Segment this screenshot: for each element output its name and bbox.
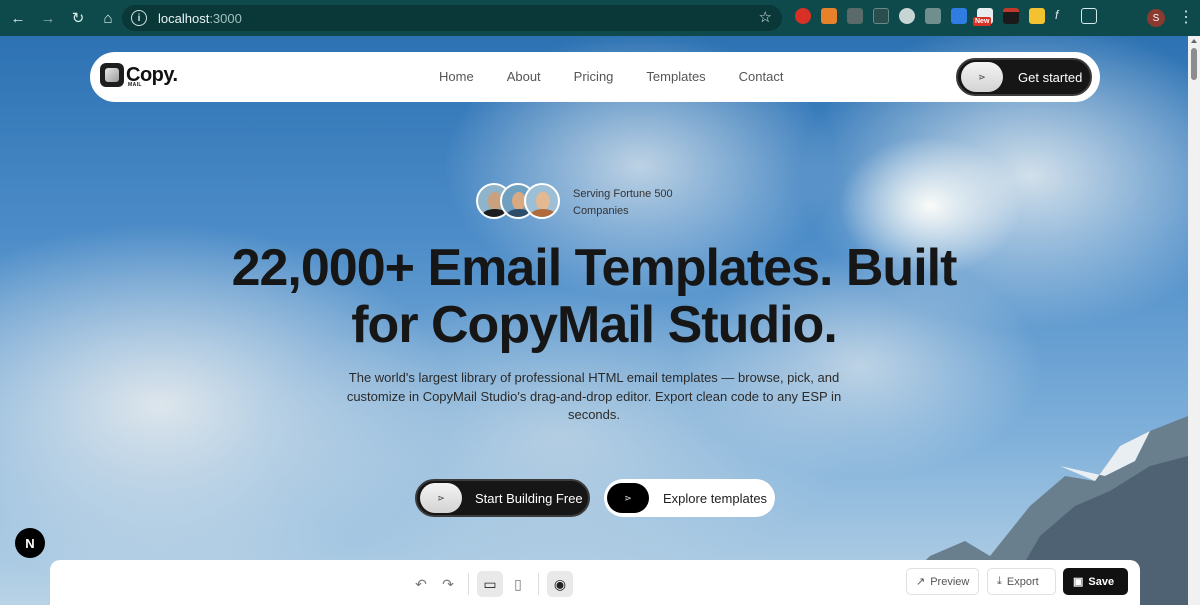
site-navbar: Copy. MAIL Home About Pricing Templates … [90,52,1100,102]
nav-link-contact[interactable]: Contact [739,69,784,84]
start-building-free-button[interactable]: ⋗ Start Building Free [415,479,590,517]
nextjs-dev-badge[interactable]: N [15,528,45,558]
puzzle-extensions-icon[interactable] [1081,8,1097,24]
url-text: localhost:3000 [158,10,242,26]
editor-toolbar: ↶ ↷ ▭ ▯ ◉ ↗ Preview ⤓ Export ▣ Save [50,560,1140,605]
back-icon[interactable]: ← [5,5,31,31]
desktop-view-icon[interactable]: ▭ [477,571,503,597]
extension-icon[interactable] [795,8,811,24]
extensions-row: New f [795,8,1107,26]
new-badge: New [973,17,992,26]
cursor-arrow-icon: ⋗ [961,62,1003,92]
page-scrollbar[interactable] [1188,36,1200,605]
scroll-up-arrow-icon[interactable] [1191,39,1197,43]
logo-mark-icon [100,63,124,87]
preview-button[interactable]: ↗ Preview [906,568,979,595]
nav-link-templates[interactable]: Templates [646,69,705,84]
menu-kebab-icon[interactable]: ⋮ [1178,7,1194,27]
browser-toolbar: ← → ↻ ⌂ i localhost:3000 ☆ New f S ⋮ [0,0,1200,36]
save-disk-icon: ▣ [1073,576,1084,588]
toolbar-divider [468,573,469,595]
nav-menu: Home About Pricing Templates Contact [439,69,816,84]
cursor-arrow-icon: ⋗ [607,483,649,513]
toolbar-divider [538,573,539,595]
download-icon: ⤓ [997,575,1002,587]
profile-avatar[interactable]: S [1147,9,1165,27]
undo-icon[interactable]: ↶ [408,571,434,597]
hero-headline: 22,000+ Email Templates. Built for CopyM… [231,239,958,354]
reload-icon[interactable]: ↻ [65,5,91,31]
extension-icon[interactable] [1029,8,1045,24]
logo-subtext: MAIL [128,82,142,88]
cursor-arrow-icon: ⋗ [420,483,462,513]
scroll-thumb[interactable] [1191,48,1197,80]
eye-preview-icon[interactable]: ◉ [547,571,573,597]
extension-icon[interactable]: New [973,8,993,26]
extension-icon[interactable] [821,8,837,24]
extension-icon[interactable] [847,8,863,24]
bookmark-star-icon[interactable]: ☆ [759,8,772,26]
explore-templates-label: Explore templates [663,490,768,506]
page-viewport: Copy. MAIL Home About Pricing Templates … [0,36,1188,605]
logo[interactable]: Copy. MAIL [100,63,178,88]
nav-link-home[interactable]: Home [439,69,474,84]
shield-extension-icon[interactable] [899,8,915,24]
mobile-view-icon[interactable]: ▯ [505,571,531,597]
nav-link-pricing[interactable]: Pricing [574,69,614,84]
nav-link-about[interactable]: About [507,69,541,84]
extension-icon[interactable] [1003,8,1019,24]
get-started-button[interactable]: ⋗ Get started [956,58,1092,96]
site-info-icon[interactable]: i [131,10,147,26]
function-extension-icon[interactable]: f [1055,8,1071,24]
export-button[interactable]: ⤓ Export [987,568,1056,595]
address-bar[interactable]: i localhost:3000 ☆ [122,5,782,31]
forward-icon[interactable]: → [35,5,61,31]
explore-templates-button[interactable]: ⋗ Explore templates [604,479,775,517]
save-button[interactable]: ▣ Save [1063,568,1128,595]
extension-icon[interactable] [951,8,967,24]
home-icon[interactable]: ⌂ [95,5,121,31]
logo-text: Copy. MAIL [126,64,178,88]
hero-subtext: The world's largest library of professio… [346,370,842,422]
avatar [524,183,560,219]
start-building-label: Start Building Free [475,490,583,506]
avatar-group [476,183,560,219]
extension-icon[interactable] [873,8,889,24]
external-link-icon: ↗ [916,576,926,588]
get-started-label: Get started [1018,69,1083,85]
redo-icon[interactable]: ↷ [435,571,461,597]
social-proof-text: Serving Fortune 500 Companies [573,188,673,217]
extension-icon[interactable] [925,8,941,24]
